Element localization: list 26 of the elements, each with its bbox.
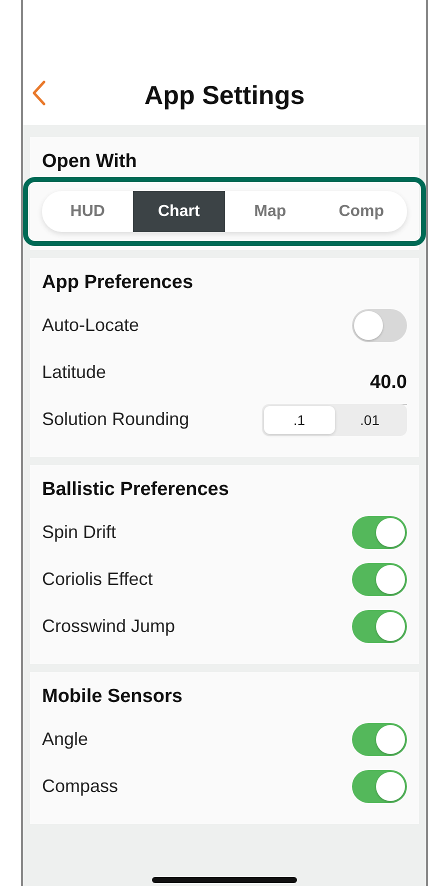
section-title: Ballistic Preferences [42, 479, 230, 501]
screen-title: App Settings [144, 80, 305, 111]
section-title: Mobile Sensors [42, 686, 184, 708]
setting-label: Angle [42, 729, 88, 750]
setting-label: Latitude [42, 362, 106, 383]
setting-label: Coriolis Effect [42, 569, 153, 590]
segment-option[interactable]: Chart [133, 191, 224, 232]
toggle-switch[interactable] [352, 516, 407, 549]
toggle-switch[interactable] [352, 563, 407, 596]
section-title: App Preferences [42, 272, 194, 294]
segment-option[interactable]: .1 [264, 406, 334, 434]
setting-label: Crosswind Jump [42, 616, 176, 637]
back-icon[interactable] [31, 80, 47, 106]
toggle-switch[interactable] [352, 723, 407, 756]
segment-option[interactable]: .01 [334, 406, 405, 434]
setting-label: Solution Rounding [42, 409, 190, 430]
section-title: Open With [42, 151, 138, 173]
toggle-switch[interactable] [352, 770, 407, 803]
setting-label: Spin Drift [42, 522, 116, 543]
toggle-switch[interactable] [352, 309, 407, 342]
setting-label: Compass [42, 776, 118, 797]
toggle-switch[interactable] [352, 610, 407, 643]
setting-label: Auto-Locate [42, 315, 140, 336]
segment-option[interactable]: Comp [316, 191, 407, 232]
segment-option[interactable]: HUD [42, 191, 134, 232]
segment-option[interactable]: Map [224, 191, 316, 232]
